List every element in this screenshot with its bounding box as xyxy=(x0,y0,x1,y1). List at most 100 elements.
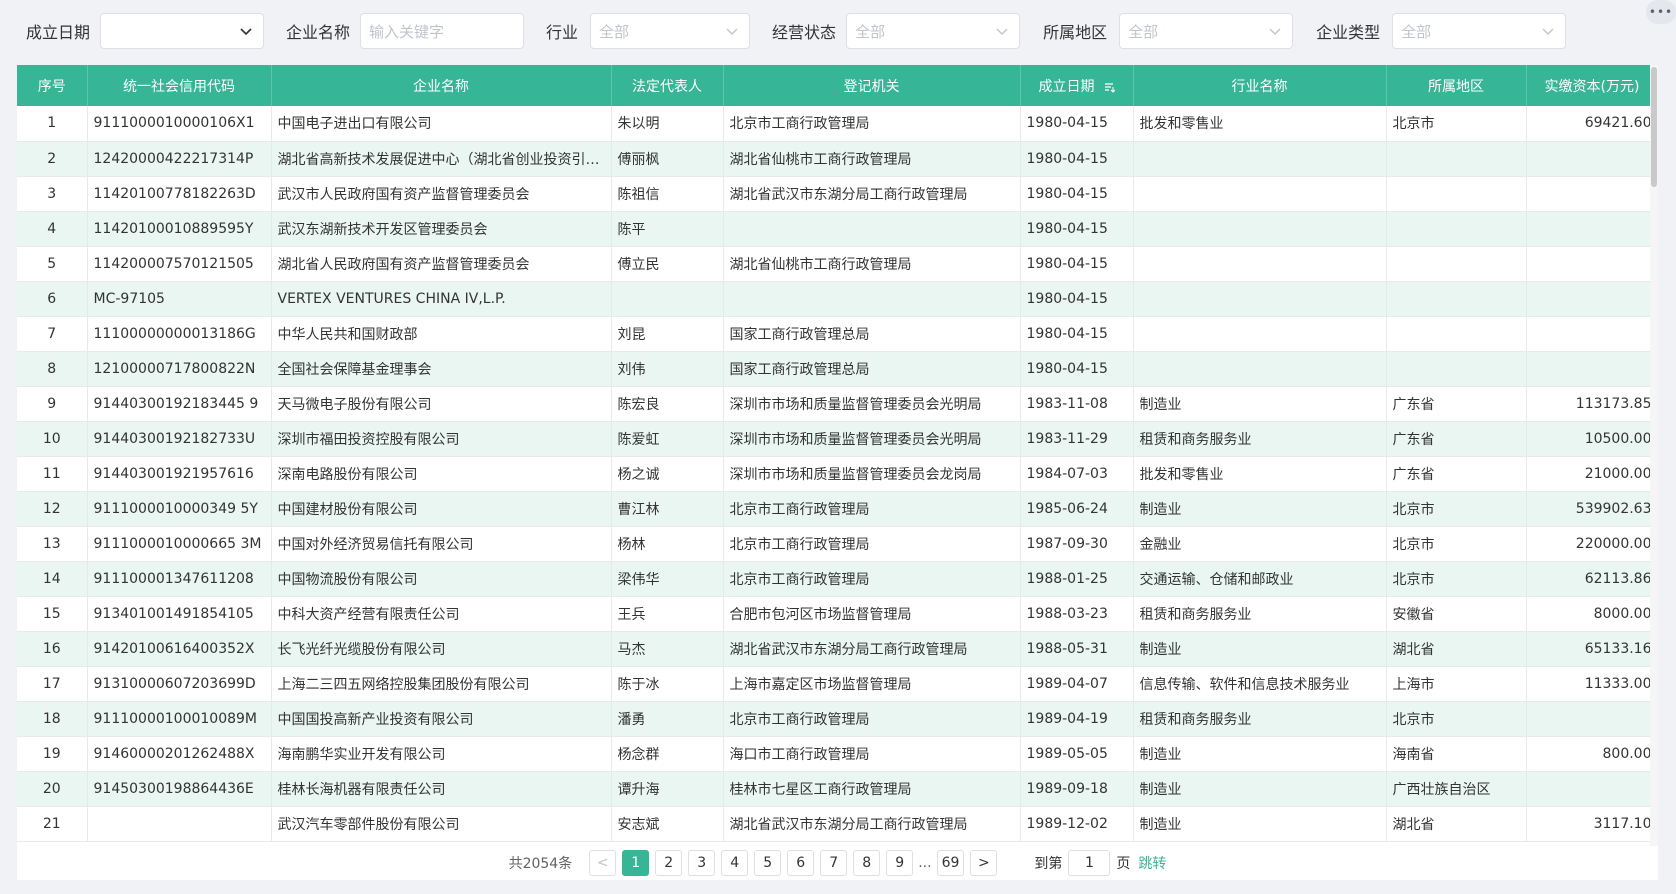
cell-credit-code: 11420100778182263D xyxy=(87,176,272,212)
next-page-button[interactable]: > xyxy=(970,850,998,876)
company-name-input[interactable]: 输入关键字 xyxy=(360,13,525,49)
cell-industry: 交通运输、仓储和邮政业 xyxy=(1133,561,1387,598)
cell-industry: 租赁和商务服务业 xyxy=(1133,701,1387,738)
table-row[interactable]: 14 911100001347611208 中国物流股份有限公司 梁伟华 北京市工商行政… xyxy=(17,561,1658,598)
cell-credit-code: 9111000010000106X1 xyxy=(87,106,272,142)
cell-industry: 制造业 xyxy=(1133,736,1387,773)
type-value: 全部 xyxy=(1401,22,1432,41)
cell-company-name: 桂林长海机器有限责任公司 xyxy=(271,771,612,808)
company-name-placeholder: 输入关键字 xyxy=(369,22,445,41)
cell-industry: 制造业 xyxy=(1133,386,1387,422)
cell-company-name: 深圳市福田投资控股有限公司 xyxy=(271,421,612,457)
more-options-button[interactable]: ••• xyxy=(1646,0,1676,24)
cell-industry xyxy=(1133,211,1387,247)
table-row[interactable]: 21 武汉汽车零部件股份有限公司 安志斌 湖北省武汉市东湖分局工商行政管理局 1989-… xyxy=(17,806,1658,843)
table-row[interactable]: 7 11100000000013186G 中华人民共和国财政部 刘昆 国家工商行政管理总… xyxy=(17,316,1658,352)
page-list: 123456789 xyxy=(619,850,916,876)
page-button[interactable]: 2 xyxy=(655,850,683,876)
cell-company-name: VERTEX VENTURES CHINA IV,L.P. xyxy=(271,281,612,317)
table-row[interactable]: 5 114200007570121505 湖北省人民政府国有资产监督管理委员会 傅立民… xyxy=(17,246,1658,282)
table-row[interactable]: 20 91450300198864436E 桂林长海机器有限责任公司 谭升海 桂林市七星… xyxy=(17,771,1658,808)
table-row[interactable]: 8 12100000717800822N 全国社会保障基金理事会 刘伟 国家工商行政管理… xyxy=(17,351,1658,387)
table-row[interactable]: 12 9111000010000349 5Y 中国建材股份有限公司 曹江林 北京市工商行… xyxy=(17,491,1658,528)
goto-page-input[interactable]: 1 xyxy=(1068,850,1111,876)
cell-credit-code: 114200007570121505 xyxy=(87,246,272,282)
cell-paid-capital: 21000.00 xyxy=(1526,456,1658,493)
cell-registration-authority: 北京市工商行政管理局 xyxy=(723,491,1021,528)
cell-company-name: 上海二三四五网络控股集团股份有限公司 xyxy=(271,666,612,703)
cell-industry xyxy=(1133,281,1387,317)
cell-credit-code: MC-97105 xyxy=(87,281,272,317)
cell-credit-code: 91440300192183445 9 xyxy=(87,386,272,422)
table-row[interactable]: 9 91440300192183445 9 天马微电子股份有限公司 陈宏良 深圳市市场… xyxy=(17,386,1658,422)
cell-paid-capital: 69421.60 xyxy=(1526,106,1658,142)
cell-credit-code: 914403001921957616 xyxy=(87,456,272,493)
goto-unit: 页 xyxy=(1116,856,1131,872)
cell-industry xyxy=(1133,246,1387,282)
goto-button[interactable]: 跳转 xyxy=(1138,853,1166,873)
cell-index: 12 xyxy=(17,491,88,528)
table-row[interactable]: 18 91110000100010089M 中国国投高新产业投资有限公司 潘勇 北京市工… xyxy=(17,701,1658,738)
table-row[interactable]: 17 91310000607203699D 上海二三四五网络控股集团股份有限公司 陈于… xyxy=(17,666,1658,703)
region-label: 所属地区 xyxy=(1043,23,1108,42)
cell-legal-rep: 杨之诚 xyxy=(611,456,724,493)
cell-region: 广西壮族自治区 xyxy=(1386,771,1527,808)
table-row[interactable]: 11 914403001921957616 深南电路股份有限公司 杨之诚 深圳市市场和… xyxy=(17,456,1658,493)
region-select[interactable]: 全部 xyxy=(1119,13,1294,49)
table-row[interactable]: 1 9111000010000106X1 中国电子进出口有限公司 朱以明 北京市工商行政… xyxy=(17,106,1658,142)
cell-company-name: 中华人民共和国财政部 xyxy=(271,316,612,352)
industry-select[interactable]: 全部 xyxy=(590,13,751,49)
cell-industry: 制造业 xyxy=(1133,806,1387,843)
table-row[interactable]: 10 91440300192182733U 深圳市福田投资控股有限公司 陈爱虹 深圳市… xyxy=(17,421,1658,457)
table-row[interactable]: 13 9111000010000665 3M 中国对外经济贸易信托有限公司 杨林 北京市… xyxy=(17,526,1658,563)
status-select[interactable]: 全部 xyxy=(846,13,1021,49)
table-row[interactable]: 2 12420000422217314P 湖北省高新技术发展促进中心（湖北省创业投资… xyxy=(17,141,1658,177)
table-row[interactable]: 3 11420100778182263D 武汉市人民政府国有资产监督管理委员会 陈祖信… xyxy=(17,176,1658,212)
page-button[interactable]: 9 xyxy=(886,850,914,876)
cell-registration-authority: 湖北省武汉市东湖分局工商行政管理局 xyxy=(723,176,1021,212)
sort-icon[interactable] xyxy=(1103,81,1115,93)
col-header-credit-code: 统一社会信用代码 xyxy=(87,65,272,106)
cell-index: 6 xyxy=(17,281,88,317)
table-row[interactable]: 19 91460000201262488X 海南鹏华实业开发有限公司 杨念群 海口市工商… xyxy=(17,736,1658,773)
cell-index: 4 xyxy=(17,211,88,247)
page-button[interactable]: 3 xyxy=(688,850,716,876)
cell-index: 3 xyxy=(17,176,88,212)
table-row[interactable]: 15 913401001491854105 中科大资产经营有限责任公司 王兵 合肥市包河… xyxy=(17,596,1658,633)
established-date-select[interactable] xyxy=(100,13,265,49)
cell-established-date: 1989-04-19 xyxy=(1020,701,1134,738)
table-row[interactable]: 4 11420100010889595Y 武汉东湖新技术开发区管理委员会 陈平 1980… xyxy=(17,211,1658,247)
vertical-scrollbar[interactable] xyxy=(1650,65,1658,846)
col-header-established-date[interactable]: 成立日期 xyxy=(1020,65,1134,106)
page-button[interactable]: 5 xyxy=(754,850,782,876)
cell-company-name: 武汉东湖新技术开发区管理委员会 xyxy=(271,211,612,247)
cell-registration-authority: 湖北省仙桃市工商行政管理局 xyxy=(723,141,1021,177)
cell-index: 17 xyxy=(17,666,88,703)
cell-legal-rep: 马杰 xyxy=(611,631,724,668)
page-button[interactable]: 6 xyxy=(787,850,815,876)
cell-industry: 制造业 xyxy=(1133,631,1387,668)
cell-registration-authority: 湖北省武汉市东湖分局工商行政管理局 xyxy=(723,806,1021,843)
page-button[interactable]: 7 xyxy=(820,850,848,876)
type-select[interactable]: 全部 xyxy=(1392,13,1567,49)
cell-region xyxy=(1386,316,1527,352)
established-date-label: 成立日期 xyxy=(26,23,91,42)
prev-page-button[interactable]: < xyxy=(589,850,617,876)
scrollbar-thumb[interactable] xyxy=(1651,67,1657,187)
col-header-company-name: 企业名称 xyxy=(271,65,612,106)
table-row[interactable]: 6 MC-97105 VERTEX VENTURES CHINA IV,L.P. 19… xyxy=(17,281,1658,317)
cell-legal-rep: 陈爱虹 xyxy=(611,421,724,457)
cell-paid-capital: 65133.16 xyxy=(1526,631,1658,668)
cell-legal-rep: 谭升海 xyxy=(611,771,724,808)
col-header-industry: 行业名称 xyxy=(1133,65,1387,106)
page-button[interactable]: 1 xyxy=(622,850,650,876)
table-row[interactable]: 16 91420100616400352X 长飞光纤光缆股份有限公司 马杰 湖北省武汉市… xyxy=(17,631,1658,668)
cell-legal-rep: 陈祖信 xyxy=(611,176,724,212)
last-page-button[interactable]: 69 xyxy=(936,850,965,876)
page-button[interactable]: 8 xyxy=(853,850,881,876)
cell-paid-capital xyxy=(1526,316,1658,352)
page-button[interactable]: 4 xyxy=(721,850,749,876)
cell-registration-authority: 国家工商行政管理总局 xyxy=(723,316,1021,352)
cell-region xyxy=(1386,141,1527,177)
status-value: 全部 xyxy=(855,22,886,41)
